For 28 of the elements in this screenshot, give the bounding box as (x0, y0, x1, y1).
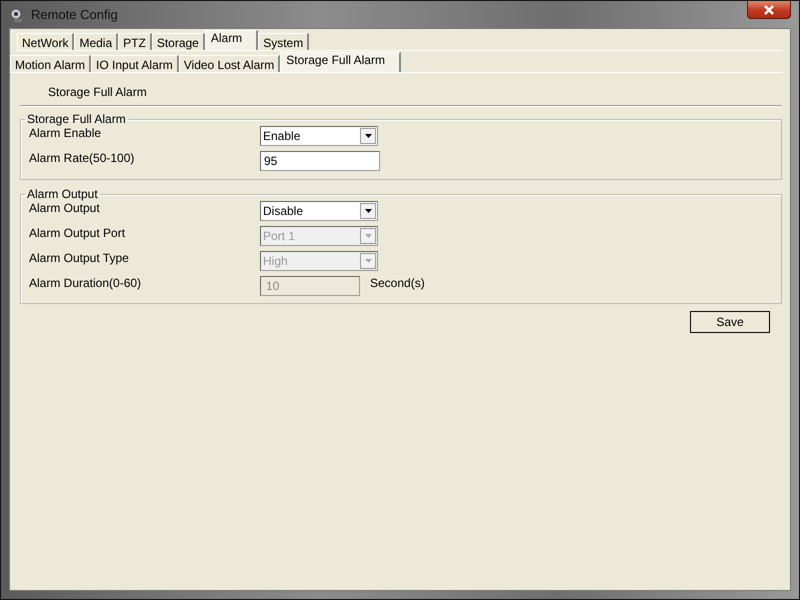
input-field[interactable]: 95 (260, 151, 380, 171)
field-label: Alarm Duration(0-60) (29, 276, 142, 290)
tab[interactable]: PTZ (118, 33, 152, 50)
close-button[interactable] (747, 1, 791, 19)
tab[interactable]: Storage (152, 33, 205, 50)
tab[interactable]: Storage Full Alarm (280, 52, 401, 72)
group-title: Storage Full Alarm (26, 112, 127, 126)
field-label: Alarm Enable (29, 126, 102, 140)
camera-icon (9, 6, 25, 22)
dropdown[interactable]: Enable (260, 126, 378, 146)
tab[interactable]: IO Input Alarm (91, 55, 179, 72)
tab[interactable]: Alarm (204, 30, 258, 50)
group-title: Alarm Output (26, 187, 99, 201)
save-button[interactable]: Save (690, 311, 770, 333)
tab[interactable]: System (258, 33, 310, 50)
page-heading: Storage Full Alarm (48, 85, 148, 101)
tab[interactable]: Motion Alarm (10, 55, 92, 72)
tab[interactable]: NetWork (17, 33, 74, 50)
window-title: Remote Config (31, 7, 118, 22)
tab[interactable]: Video Lost Alarm (178, 55, 280, 72)
dropdown[interactable]: Disable (260, 201, 378, 221)
field-label: Alarm Output Port (29, 226, 126, 240)
tab[interactable]: Media (74, 33, 118, 50)
unit-label: Second(s) (370, 276, 425, 290)
field-label: Alarm Output Type (29, 251, 130, 265)
close-icon (763, 4, 775, 14)
field-label: Alarm Rate(50-100) (29, 151, 136, 165)
field-label: Alarm Output (29, 201, 101, 215)
